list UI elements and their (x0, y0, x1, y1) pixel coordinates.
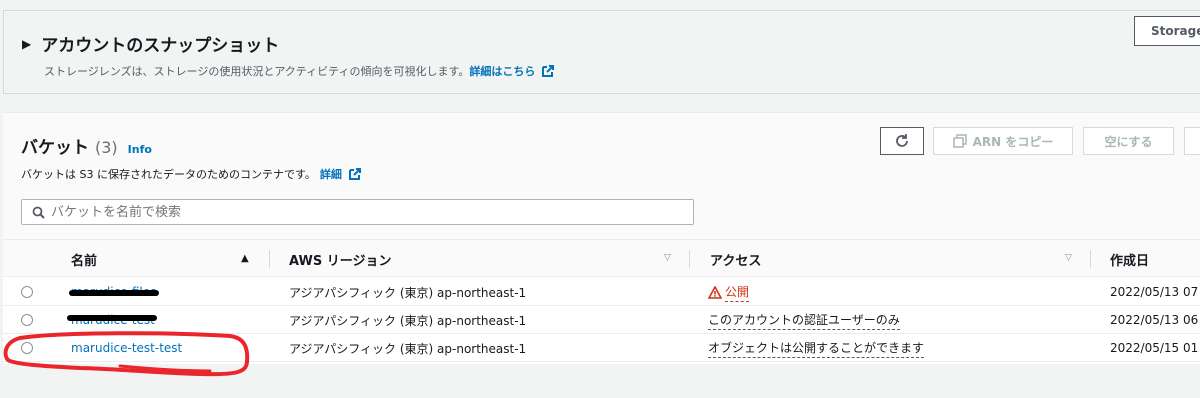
bucket-created: 2022/05/13 06 (1110, 313, 1199, 327)
access-label[interactable]: オブジェクトは公開することができます (708, 339, 925, 358)
buckets-description-text: バケットは S3 に保存されたデータのためのコンテナです。 (21, 168, 316, 181)
snapshot-description-text: ストレージレンズは、ストレージの使用状況とアクティビティの傾向を可視化します。 (44, 65, 470, 78)
buckets-panel: バケット (3) Info バケットは S3 に保存されたデータのためのコンテナ… (3, 112, 1200, 364)
redaction-scribble (69, 290, 159, 296)
row-radio[interactable] (21, 342, 33, 354)
column-region-header[interactable]: AWS リージョン (289, 240, 391, 278)
bucket-access: このアカウントの認証ユーザーのみ (708, 306, 900, 334)
copy-arn-button[interactable]: ARN をコピー (933, 127, 1073, 155)
table-header: 名前 ▲ AWS リージョン ▽ アクセス ▽ 作成日 (3, 239, 1200, 277)
buckets-count: (3) (95, 138, 118, 157)
snapshot-description: ストレージレンズは、ストレージの使用状況とアクティビティの傾向を可視化します。 … (44, 63, 555, 79)
external-link-icon[interactable] (348, 167, 362, 181)
sort-icon[interactable]: ▽ (664, 253, 671, 263)
bucket-region: アジアパシフィック (東京) ap-northeast-1 (289, 285, 527, 300)
access-label[interactable]: このアカウントの認証ユーザーのみ (708, 311, 900, 330)
bucket-region: アジアパシフィック (東京) ap-northeast-1 (289, 313, 527, 328)
column-name-header[interactable]: 名前 (71, 240, 97, 278)
bucket-created: 2022/05/15 01 (1110, 341, 1199, 355)
bucket-name-link[interactable]: marudice-test-test (71, 341, 182, 355)
buckets-title: バケット (21, 138, 89, 158)
redaction-scribble (67, 315, 157, 321)
bucket-region: アジアパシフィック (東京) ap-northeast-1 (289, 341, 527, 356)
search-input[interactable] (51, 204, 651, 220)
info-link[interactable]: Info (128, 143, 152, 156)
account-snapshot-panel: ▶ アカウントのスナップショット ストレージレンズは、ストレージの使用状況とアク… (3, 10, 1200, 94)
empty-button[interactable]: 空にする (1083, 127, 1174, 155)
bucket-created: 2022/05/13 07 (1110, 285, 1199, 299)
snapshot-header[interactable]: ▶ アカウントのスナップショット (22, 31, 279, 56)
bucket-search[interactable] (21, 199, 694, 225)
table-row[interactable]: marudice-test アジアパシフィック (東京) ap-northeas… (3, 306, 1200, 334)
table-row[interactable]: marudice-test-test アジアパシフィック (東京) ap-nor… (3, 334, 1200, 362)
storage-lens-button[interactable]: Storage (1134, 16, 1200, 46)
expand-caret-icon[interactable]: ▶ (22, 37, 31, 51)
page-bottom (0, 364, 1200, 398)
bucket-access: 公開 (708, 278, 750, 306)
copy-icon (952, 134, 967, 148)
external-link-icon[interactable] (541, 64, 555, 78)
copy-arn-label: ARN をコピー (972, 134, 1054, 149)
buckets-title-group: バケット (3) Info (21, 133, 152, 158)
column-separator (269, 250, 270, 268)
sort-icon[interactable]: ▽ (1065, 253, 1072, 263)
snapshot-details-link[interactable]: 詳細はこちら (469, 63, 535, 79)
row-radio[interactable] (21, 314, 33, 326)
buckets-description: バケットは S3 に保存されたデータのためのコンテナです。 詳細 (21, 166, 362, 182)
column-separator (1090, 250, 1091, 268)
buckets-header: バケット (3) Info バケットは S3 に保存されたデータのためのコンテナ… (3, 113, 1200, 239)
column-created-header[interactable]: 作成日 (1110, 240, 1149, 278)
panel-gap (0, 95, 1200, 112)
table-row[interactable]: marudice-files アジアパシフィック (東京) ap-northea… (3, 278, 1200, 306)
refresh-button[interactable] (880, 127, 924, 155)
sort-ascending-icon[interactable]: ▲ (241, 253, 249, 264)
refresh-icon (896, 134, 908, 147)
access-label[interactable]: 公開 (725, 283, 750, 302)
buckets-details-link[interactable]: 詳細 (320, 166, 342, 182)
bucket-access: オブジェクトは公開することができます (708, 334, 925, 362)
delete-button[interactable] (1184, 127, 1200, 155)
column-separator (689, 250, 690, 268)
top-strip (0, 0, 1200, 10)
column-access-header[interactable]: アクセス (710, 240, 761, 278)
search-icon (32, 206, 45, 219)
snapshot-title: アカウントのスナップショット (41, 36, 280, 56)
warning-icon (708, 285, 722, 299)
row-radio[interactable] (21, 286, 33, 298)
